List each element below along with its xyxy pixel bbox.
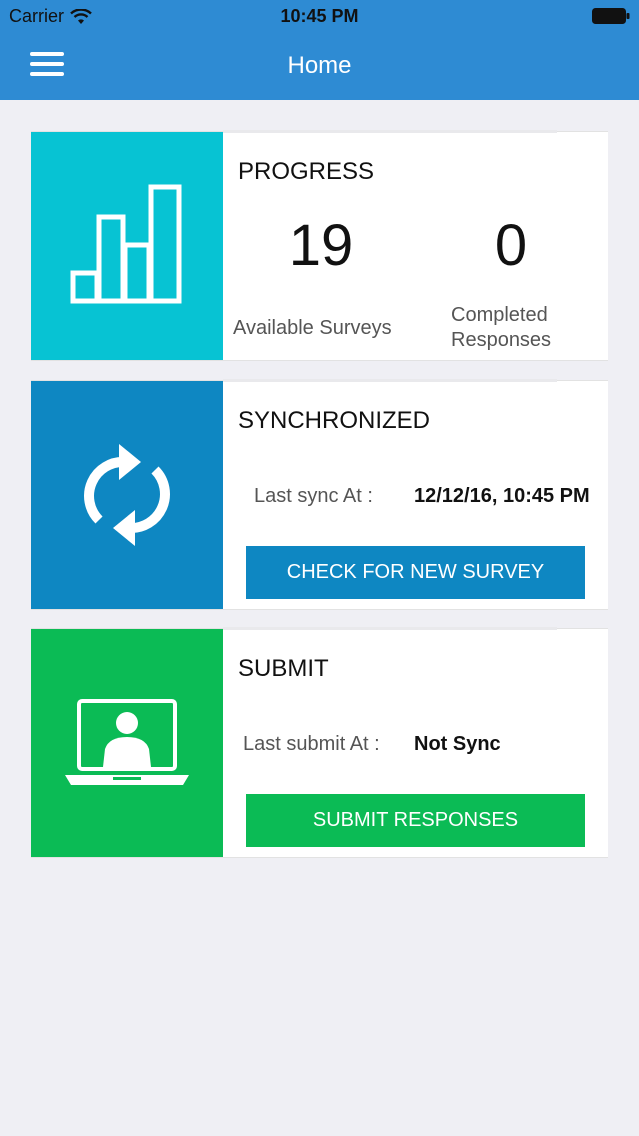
submit-responses-button[interactable]: SUBMIT RESPONSES <box>246 794 585 847</box>
app-header: Carrier 10:45 PM Home <box>0 0 639 100</box>
progress-title: PROGRESS <box>238 158 375 185</box>
navigation-bar: Home <box>0 32 639 100</box>
laptop-user-icon <box>65 699 189 785</box>
status-bar: Carrier 10:45 PM <box>0 0 639 32</box>
sync-title: SYNCHRONIZED <box>238 407 431 434</box>
last-sync-value: 12/12/16, 10:45 PM <box>414 485 590 507</box>
available-surveys-label: Available Surveys <box>233 317 392 339</box>
completed-responses-label: Completed Responses <box>451 304 552 351</box>
last-submit-value: Not Sync <box>414 733 501 755</box>
submit-tile <box>31 629 223 857</box>
available-surveys-count: 19 <box>288 213 354 278</box>
check-for-new-survey-button[interactable]: CHECK FOR NEW SURVEY <box>246 546 585 599</box>
page-title: Home <box>287 52 352 79</box>
progress-tile <box>31 132 223 360</box>
sync-card: SYNCHRONIZED Last sync At : 12/12/16, 10… <box>31 379 608 610</box>
battery-icon <box>592 8 630 24</box>
submit-card: SUBMIT Last submit At : Not Sync SUBMIT … <box>31 627 608 858</box>
sync-tile <box>31 381 223 609</box>
last-sync-label: Last sync At : <box>254 485 373 507</box>
status-time: 10:45 PM <box>280 6 359 26</box>
completed-responses-count: 0 <box>494 213 528 278</box>
submit-title: SUBMIT <box>238 655 329 682</box>
sync-icon <box>84 444 170 546</box>
progress-card: PROGRESS 19 0 Available Surveys Complete… <box>31 130 608 361</box>
last-submit-label: Last submit At : <box>243 733 380 755</box>
bar-chart-icon <box>70 184 182 304</box>
